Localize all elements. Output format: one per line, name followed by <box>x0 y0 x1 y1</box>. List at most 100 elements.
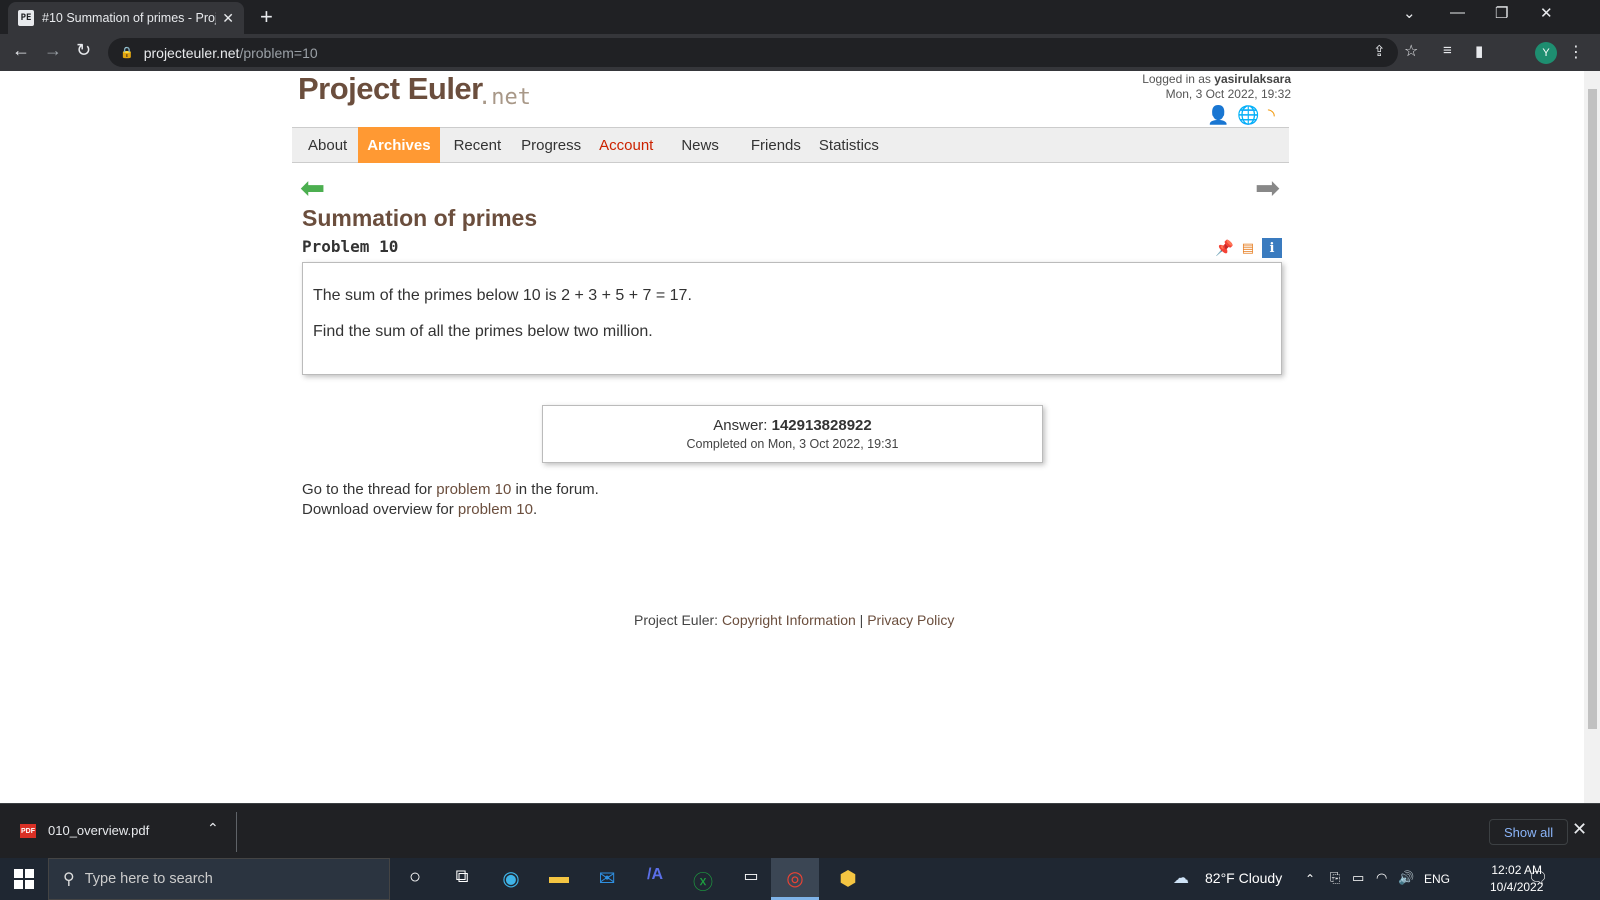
forum-link-suffix: in the forum. <box>511 481 599 498</box>
nav-account[interactable]: Account <box>590 127 662 163</box>
problem-links: Go to the thread for problem 10 in the f… <box>302 480 599 520</box>
nav-news[interactable]: News <box>672 127 728 163</box>
answer-value: 142913828922 <box>771 417 872 434</box>
windows-start-icon[interactable] <box>14 869 34 889</box>
wifi-icon[interactable]: ◠ <box>1376 870 1387 886</box>
download-link-prefix: Download overview for <box>302 501 458 518</box>
taskbar-search-box[interactable]: ⚲ Type here to search <box>48 858 390 900</box>
side-panel-icon[interactable]: ▮ <box>1475 42 1483 60</box>
language-indicator[interactable]: ENG <box>1424 872 1450 886</box>
notifications-icon[interactable]: 🗨 <box>1528 868 1548 888</box>
task-view-icon[interactable]: ⧉ <box>448 866 476 887</box>
search-icon: ⚲ <box>63 871 75 888</box>
page-scrollbar[interactable] <box>1584 71 1600 803</box>
chrome-icon[interactable]: ◎ <box>781 866 809 891</box>
nav-archives[interactable]: Archives <box>358 127 440 163</box>
add-friend-icon[interactable]: 👤 <box>1207 105 1229 126</box>
login-datetime: Mon, 3 Oct 2022, 19:32 <box>1165 87 1291 101</box>
forum-link-prefix: Go to the thread for <box>302 481 437 498</box>
problem-tools: 📌 ▤ i <box>1215 238 1282 258</box>
terminal-icon[interactable]: ▭ <box>737 866 765 886</box>
mail-icon[interactable]: ✉ <box>593 866 621 891</box>
forward-icon[interactable]: → <box>44 40 62 61</box>
rss-feed-icon[interactable]: ◝ <box>1268 105 1275 126</box>
copyright-link[interactable]: Copyright Information <box>722 612 856 628</box>
browser-tab[interactable]: PE #10 Summation of primes - Proje ✕ <box>8 2 244 34</box>
account-icons: 👤 🌐 ◝ <box>1207 105 1275 126</box>
new-tab-icon[interactable]: + <box>260 4 273 30</box>
next-problem-arrow-icon[interactable]: ➡ <box>1255 171 1280 206</box>
close-download-bar-icon[interactable]: ✕ <box>1572 819 1587 840</box>
username: yasirulaksara <box>1214 72 1291 86</box>
visual-studio-icon[interactable]: /A <box>641 866 669 884</box>
restore-icon[interactable]: ❐ <box>1495 4 1508 22</box>
weather-cloud-icon[interactable]: ☁ <box>1173 868 1189 888</box>
login-prefix: Logged in as <box>1142 72 1215 86</box>
nav-about[interactable]: About <box>292 127 356 163</box>
show-all-downloads-button[interactable]: Show all <box>1489 819 1569 845</box>
site-logo-suffix: .net <box>478 85 531 110</box>
pdf-file-icon: PDF <box>20 824 36 838</box>
xbox-icon[interactable]: ⓧ <box>689 866 717 895</box>
close-window-icon[interactable]: ✕ <box>1540 4 1553 22</box>
download-bar: PDF 010_overview.pdf ⌃ Show all ✕ <box>0 803 1600 858</box>
reading-list-icon[interactable]: ≡ <box>1443 42 1452 59</box>
main-nav: About Archives Recent Progress Account N… <box>292 127 1289 163</box>
share-icon[interactable]: ⇪ <box>1373 42 1386 60</box>
edge-browser-icon[interactable]: ◉ <box>497 866 525 891</box>
lock-icon: 🔒 <box>120 47 134 59</box>
browser-tab-bar: PE #10 Summation of primes - Proje ✕ + ⌄… <box>0 0 1600 34</box>
battery-icon[interactable]: ▭ <box>1352 870 1364 886</box>
nav-friends[interactable]: Friends <box>742 127 810 163</box>
nav-statistics[interactable]: Statistics <box>810 127 888 163</box>
tray-meet-icon[interactable]: ⎘ <box>1330 870 1340 886</box>
tab-search-chevron-icon[interactable]: ⌄ <box>1403 4 1416 22</box>
forum-thread-link[interactable]: problem 10 <box>436 481 511 498</box>
minimize-icon[interactable]: — <box>1450 4 1465 21</box>
answer-label: Answer: <box>713 417 772 434</box>
bookmark-star-icon[interactable]: ☆ <box>1404 41 1418 61</box>
close-tab-icon[interactable]: ✕ <box>222 10 234 27</box>
cortana-icon[interactable]: ○ <box>401 866 429 889</box>
url-domain: projecteuler.net <box>143 44 240 61</box>
taskbar-search-placeholder: Type here to search <box>84 871 213 887</box>
weather-text[interactable]: 82°F Cloudy <box>1205 870 1282 886</box>
nav-recent[interactable]: Recent <box>445 127 511 163</box>
completed-date: Completed on Mon, 3 Oct 2022, 19:31 <box>686 437 899 451</box>
footer-prefix: Project Euler: <box>634 612 722 628</box>
profile-avatar[interactable]: Y <box>1535 42 1557 64</box>
back-icon[interactable]: ← <box>12 40 30 61</box>
address-bar[interactable]: 🔒 projecteuler.net/problem=10 <box>108 38 1398 67</box>
globe-search-icon[interactable]: 🌐 <box>1237 105 1259 126</box>
menu-kebab-icon[interactable]: ⋮ <box>1568 42 1584 62</box>
previous-problem-arrow-icon[interactable]: ⬅ <box>300 171 325 206</box>
volume-icon[interactable]: 🔊 <box>1398 870 1414 886</box>
scrollbar-thumb[interactable] <box>1588 89 1597 729</box>
download-file-name[interactable]: 010_overview.pdf <box>48 823 149 838</box>
site-logo[interactable]: Project Euler <box>298 71 483 107</box>
nav-progress[interactable]: Progress <box>512 127 590 163</box>
privacy-policy-link[interactable]: Privacy Policy <box>867 612 954 628</box>
footer-separator: | <box>855 612 868 628</box>
download-divider <box>236 812 237 852</box>
info-icon[interactable]: i <box>1261 238 1282 258</box>
problem-content: The sum of the primes below 10 is 2 + 3 … <box>302 262 1282 375</box>
page-viewport: Project Euler .net Logged in as yasirula… <box>0 71 1584 803</box>
windows-taskbar: ⚲ Type here to search ○ ⧉ ◉ ▬ ✉ /A ⓧ ▭ ◎… <box>0 858 1600 900</box>
answer-box: Answer: 142913828922 Completed on Mon, 3… <box>542 405 1043 463</box>
download-options-chevron-icon[interactable]: ⌃ <box>207 820 219 837</box>
html-icon[interactable]: ▤ <box>1242 240 1254 256</box>
download-link-suffix: . <box>532 501 538 518</box>
login-info: Logged in as yasirulaksara Mon, 3 Oct 20… <box>1142 72 1291 102</box>
tab-title: #10 Summation of primes - Proje <box>42 11 217 25</box>
problem-number: Problem 10 <box>302 237 399 256</box>
pin-icon[interactable]: 📌 <box>1215 239 1234 257</box>
problem-text-line2: Find the sum of all the primes below two… <box>313 323 653 340</box>
tray-chevron-icon[interactable]: ⌃ <box>1305 872 1315 886</box>
python-icon[interactable]: ⬢ <box>834 866 862 891</box>
download-overview-link[interactable]: problem 10 <box>458 501 533 518</box>
reload-icon[interactable]: ↻ <box>76 40 91 61</box>
problem-text-line1: The sum of the primes below 10 is 2 + 3 … <box>313 287 692 304</box>
file-explorer-icon[interactable]: ▬ <box>545 866 573 889</box>
url-path: /problem=10 <box>239 44 318 61</box>
